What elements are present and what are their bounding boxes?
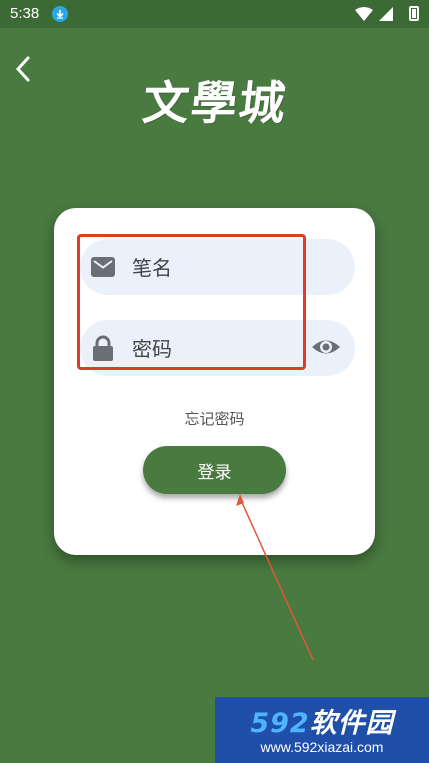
signal-icon	[379, 7, 393, 21]
status-bar: 5:38	[0, 0, 429, 28]
username-input[interactable]	[130, 239, 304, 297]
login-card: 忘记密码 登录	[54, 208, 375, 555]
watermark: 592软件园 www.592xiazai.com	[215, 697, 429, 763]
status-time: 5:38	[10, 5, 40, 22]
app-logo: 文學城	[140, 76, 290, 130]
username-field-container	[80, 239, 355, 297]
status-icons	[355, 7, 393, 21]
download-icon	[52, 6, 68, 22]
login-button[interactable]: 登录	[143, 446, 286, 494]
back-button[interactable]	[10, 54, 36, 84]
chevron-left-icon	[15, 56, 30, 82]
watermark-url: www.592xiazai.com	[260, 739, 384, 755]
password-field-container	[80, 320, 355, 378]
forgot-password-link[interactable]: 忘记密码	[54, 408, 375, 429]
eye-icon[interactable]	[311, 332, 341, 362]
watermark-brand-number: 592	[250, 708, 310, 739]
watermark-brand-text: 软件园	[309, 708, 394, 739]
wifi-icon	[355, 7, 373, 21]
battery-icon	[409, 6, 419, 21]
lock-icon	[93, 335, 113, 361]
mail-icon	[91, 257, 115, 277]
watermark-brand: 592软件园	[215, 701, 429, 740]
password-input[interactable]	[130, 320, 304, 378]
